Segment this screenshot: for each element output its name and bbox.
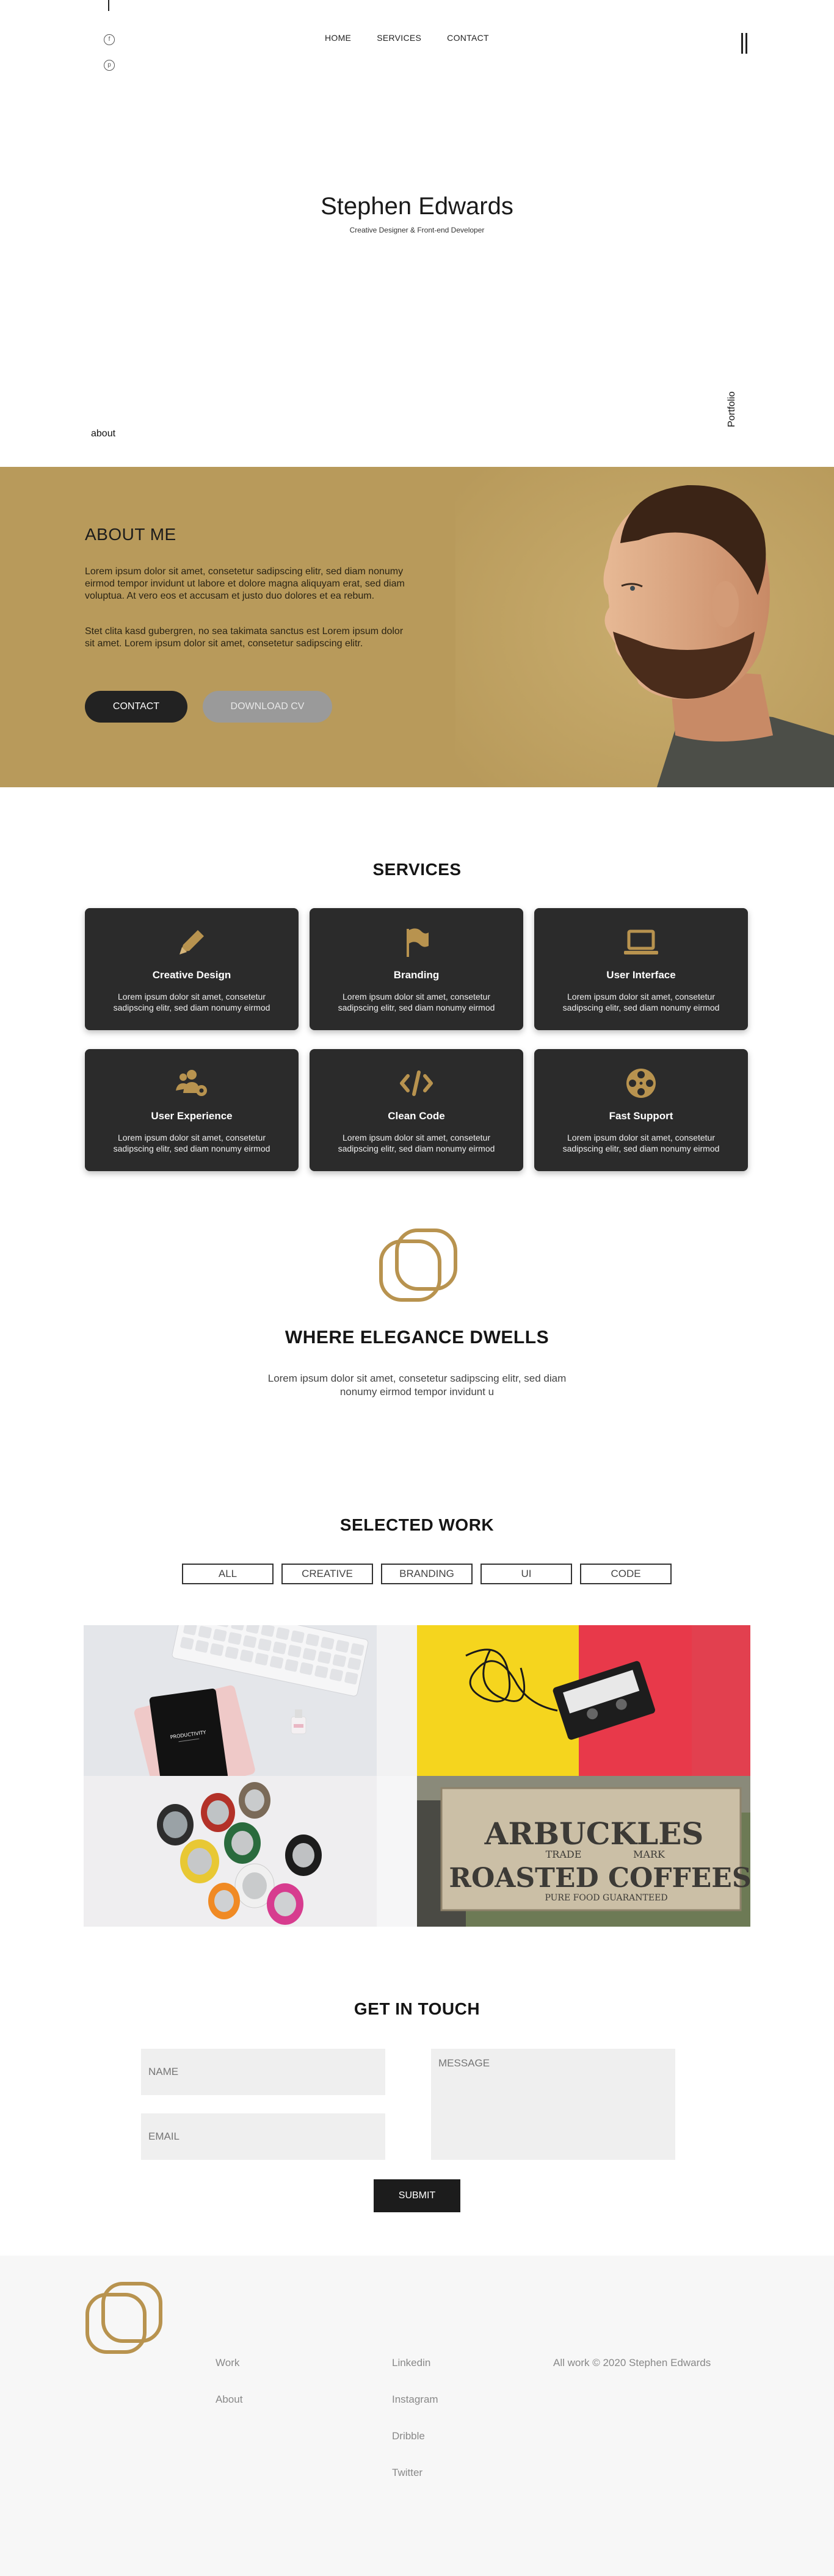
- service-card-user-experience[interactable]: User Experience Lorem ipsum dolor sit am…: [85, 1049, 299, 1171]
- facebook-icon[interactable]: f: [104, 34, 115, 45]
- about-paragraph-1: Lorem ipsum dolor sit amet, consetetur s…: [85, 566, 405, 601]
- service-desc: Lorem ipsum dolor sit amet, consetetur s…: [338, 992, 495, 1012]
- service-title: Clean Code: [388, 1110, 445, 1122]
- laptop-icon: [624, 929, 658, 954]
- contact-title: GET IN TOUCH: [354, 1999, 480, 2018]
- top-divider: [108, 0, 109, 11]
- about-paragraph-2: Stet clita kasd gubergren, no sea takima…: [85, 626, 404, 649]
- service-desc: Lorem ipsum dolor sit amet, consetetur s…: [338, 1133, 495, 1153]
- footer: Work About Linkedin Instagram Dribble Tw…: [0, 2256, 834, 2576]
- service-title: User Experience: [151, 1110, 233, 1122]
- portrait-image: [455, 467, 834, 787]
- brand-logo-icon: [379, 1228, 457, 1302]
- service-card-fast-support[interactable]: Fast Support Lorem ipsum dolor sit amet,…: [534, 1049, 748, 1171]
- message-input[interactable]: [431, 2049, 675, 2160]
- elegance-text: Lorem ipsum dolor sit amet, consetetur s…: [267, 1373, 567, 1398]
- elegance-title: WHERE ELEGANCE DWELLS: [285, 1327, 549, 1348]
- work-tile-cassette[interactable]: [417, 1625, 750, 1776]
- contact-button[interactable]: CONTACT: [85, 691, 187, 723]
- filter-ui[interactable]: UI: [480, 1564, 572, 1584]
- service-title: Fast Support: [609, 1110, 673, 1122]
- filter-code[interactable]: CODE: [580, 1564, 672, 1584]
- film-reel-icon: [626, 1069, 656, 1098]
- svg-text:PURE FOOD GUARANTEED: PURE FOOD GUARANTEED: [545, 1893, 667, 1903]
- hero-section: f p HOME SERVICES CONTACT Stephen Edward…: [0, 0, 834, 467]
- service-card-clean-code[interactable]: Clean Code Lorem ipsum dolor sit amet, c…: [310, 1049, 523, 1171]
- nav-services[interactable]: SERVICES: [377, 33, 421, 43]
- download-cv-button[interactable]: DOWNLOAD CV: [203, 691, 332, 723]
- email-input[interactable]: [141, 2113, 385, 2160]
- pencil-icon: [179, 930, 204, 954]
- service-desc: Lorem ipsum dolor sit amet, consetetur s…: [562, 1133, 720, 1153]
- work-tile-notebook[interactable]: PRODUCTIVITY: [84, 1625, 417, 1776]
- footer-link-about[interactable]: About: [216, 2394, 242, 2406]
- service-desc: Lorem ipsum dolor sit amet, consetetur s…: [562, 992, 720, 1012]
- main-nav: HOME SERVICES CONTACT: [325, 33, 515, 43]
- svg-text:MARK: MARK: [633, 1849, 665, 1860]
- footer-link-dribble[interactable]: Dribble: [392, 2430, 425, 2442]
- filter-all[interactable]: ALL: [182, 1564, 274, 1584]
- service-card-branding[interactable]: Branding Lorem ipsum dolor sit amet, con…: [310, 908, 523, 1030]
- nav-contact[interactable]: CONTACT: [447, 33, 489, 43]
- footer-link-work[interactable]: Work: [216, 2357, 239, 2369]
- menu-toggle-icon[interactable]: [741, 33, 750, 54]
- about-title: ABOUT ME: [85, 525, 176, 544]
- hero-subtitle: Creative Designer & Front-end Developer: [349, 226, 485, 234]
- pinterest-icon[interactable]: p: [104, 60, 115, 71]
- service-title: User Interface: [606, 969, 676, 981]
- svg-text:TRADE: TRADE: [546, 1849, 582, 1860]
- service-desc: Lorem ipsum dolor sit amet, consetetur s…: [113, 1133, 270, 1153]
- service-title: Creative Design: [152, 969, 231, 981]
- service-title: Branding: [393, 969, 440, 981]
- portfolio-link[interactable]: Portfolio: [727, 391, 738, 427]
- flag-icon: [407, 928, 429, 957]
- filter-creative[interactable]: CREATIVE: [281, 1564, 373, 1584]
- footer-logo-icon: [85, 2282, 162, 2354]
- about-link[interactable]: about: [91, 428, 115, 439]
- name-input[interactable]: [141, 2049, 385, 2095]
- svg-text:ARBUCKLES: ARBUCKLES: [484, 1816, 704, 1852]
- work-tile-coffee-crate[interactable]: ARBUCKLES TRADE MARK ROASTED COFFEES PUR…: [417, 1776, 750, 1927]
- about-section: ABOUT ME Lorem ipsum dolor sit amet, con…: [0, 467, 834, 787]
- work-tile-cans[interactable]: [84, 1776, 417, 1927]
- nav-home[interactable]: HOME: [325, 33, 351, 43]
- hero-title: Stephen Edwards: [321, 193, 513, 220]
- filter-branding[interactable]: BRANDING: [381, 1564, 473, 1584]
- submit-button[interactable]: SUBMIT: [374, 2179, 460, 2212]
- work-filters: ALL CREATIVE BRANDING UI CODE: [182, 1564, 680, 1584]
- service-card-user-interface[interactable]: User Interface Lorem ipsum dolor sit ame…: [534, 908, 748, 1030]
- footer-link-instagram[interactable]: Instagram: [392, 2394, 438, 2406]
- footer-link-twitter[interactable]: Twitter: [392, 2467, 422, 2479]
- copyright: All work © 2020 Stephen Edwards: [553, 2357, 711, 2369]
- services-title: SERVICES: [372, 860, 462, 879]
- code-icon: [400, 1070, 433, 1096]
- work-gallery: PRODUCTIVITY ARBUCKLES TRADE MARK ROASTE…: [84, 1625, 750, 1927]
- footer-link-linkedin[interactable]: Linkedin: [392, 2357, 430, 2369]
- users-cog-icon: [176, 1070, 207, 1096]
- service-desc: Lorem ipsum dolor sit amet, consetetur s…: [113, 992, 270, 1012]
- svg-text:ROASTED COFFEES: ROASTED COFFEES: [449, 1863, 750, 1894]
- service-card-creative-design[interactable]: Creative Design Lorem ipsum dolor sit am…: [85, 908, 299, 1030]
- selected-work-title: SELECTED WORK: [339, 1515, 495, 1534]
